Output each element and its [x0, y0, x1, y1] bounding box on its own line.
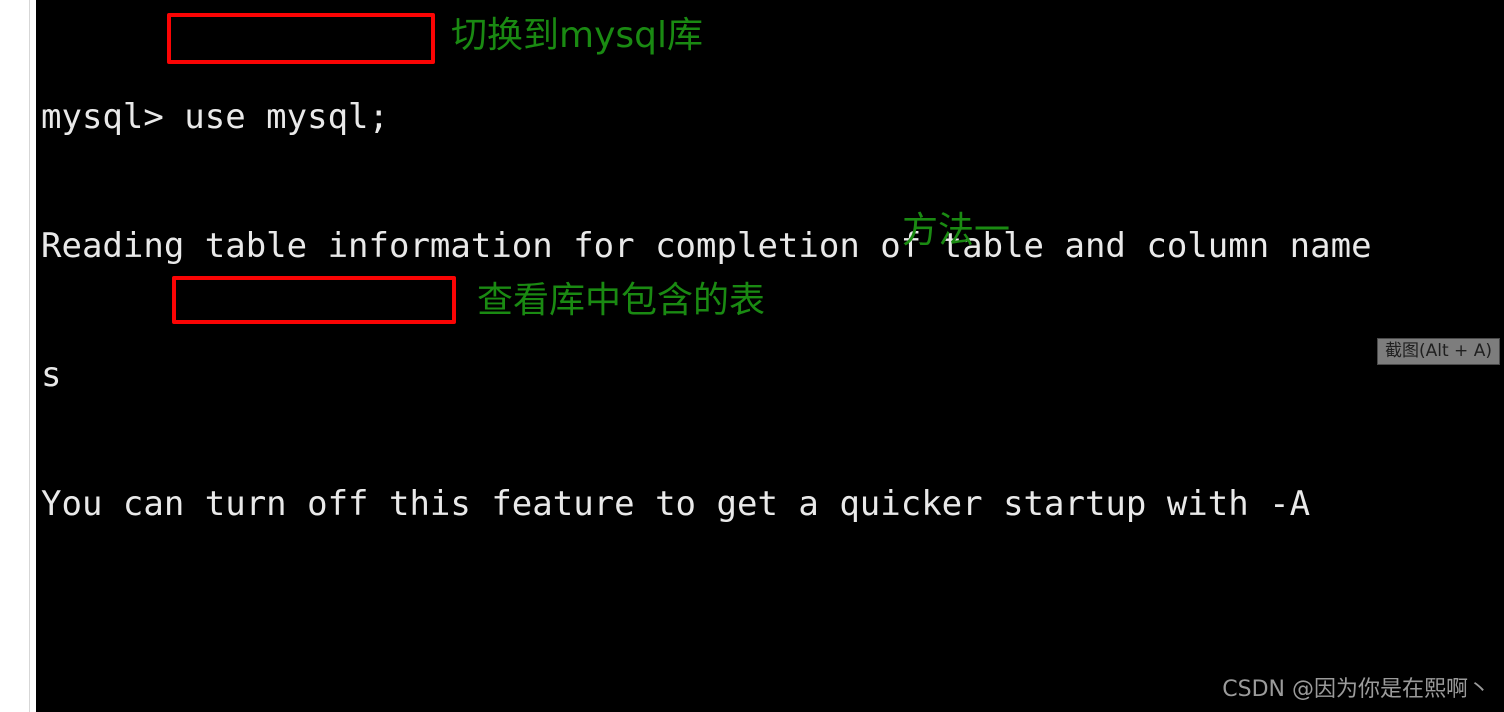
terminal-line: Reading table information for completion… [41, 226, 1372, 266]
annotation-method-one: 方法一 [902, 210, 1011, 251]
csdn-watermark: CSDN @因为你是在熙啊丶 [1222, 677, 1490, 702]
gutter-divider [29, 0, 30, 712]
screenshot-root: mysql> use mysql; Reading table informat… [0, 0, 1504, 712]
annotation-show-tables: 查看库中包含的表 [477, 280, 766, 321]
snip-tool-tooltip[interactable]: 截图(Alt + A) [1377, 338, 1500, 365]
annotation-switch-database: 切换到mysql库 [451, 15, 703, 56]
terminal-line: mysql> use mysql; [41, 97, 389, 137]
terminal-output: mysql> use mysql; Reading table informat… [41, 10, 1501, 712]
terminal-line: s [41, 355, 62, 395]
left-gutter [0, 0, 36, 712]
terminal-window[interactable]: mysql> use mysql; Reading table informat… [36, 0, 1504, 712]
terminal-line: You can turn off this feature to get a q… [41, 484, 1311, 524]
